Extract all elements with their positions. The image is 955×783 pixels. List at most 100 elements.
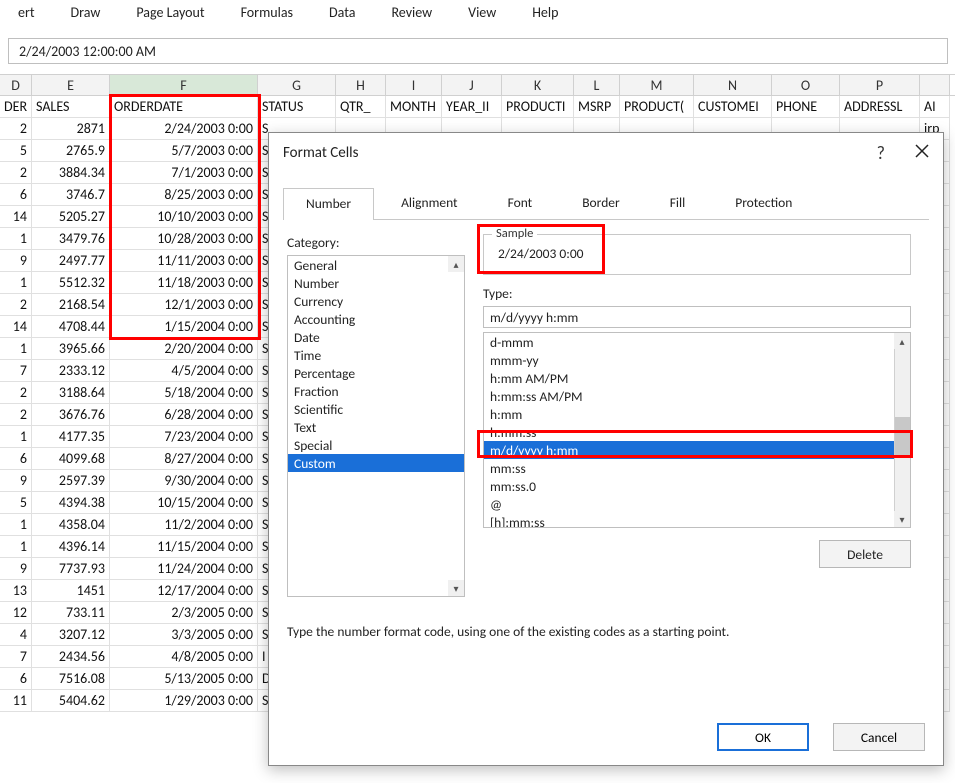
cell[interactable]: 5/18/2004 0:00 (110, 382, 258, 404)
cell[interactable]: 8/25/2003 0:00 (110, 184, 258, 206)
cell[interactable]: 3207.12 (32, 624, 110, 646)
ok-button[interactable]: OK (717, 723, 809, 751)
menu-item[interactable]: Help (514, 4, 576, 21)
column-header[interactable]: J (442, 75, 502, 95)
cell[interactable]: 7 (0, 360, 32, 382)
cell[interactable]: 8/27/2004 0:00 (110, 448, 258, 470)
tab-alignment[interactable]: Alignment (378, 187, 480, 219)
column-header[interactable]: F (110, 75, 258, 95)
cell[interactable]: 7 (0, 646, 32, 668)
cell[interactable]: 2/20/2004 0:00 (110, 338, 258, 360)
column-label[interactable]: PHONE (772, 96, 840, 118)
tab-font[interactable]: Font (485, 187, 556, 219)
cell[interactable]: 5/7/2003 0:00 (110, 140, 258, 162)
cell[interactable]: 3/3/2005 0:00 (110, 624, 258, 646)
cell[interactable]: 3188.64 (32, 382, 110, 404)
cell[interactable]: 2 (0, 294, 32, 316)
category-item[interactable]: Currency (288, 292, 464, 310)
menu-item[interactable]: Review (373, 4, 450, 21)
cell[interactable]: 5 (0, 492, 32, 514)
cell[interactable]: 1 (0, 338, 32, 360)
category-item[interactable]: Percentage (288, 364, 464, 382)
cell[interactable]: 2 (0, 118, 32, 140)
delete-button[interactable]: Delete (819, 540, 911, 568)
column-header[interactable]: G (258, 75, 336, 95)
cell[interactable]: 4 (0, 624, 32, 646)
help-button[interactable]: ? (877, 142, 885, 164)
cell[interactable]: 12/17/2004 0:00 (110, 580, 258, 602)
column-header[interactable]: L (574, 75, 620, 95)
column-label[interactable]: ADDRESSL (840, 96, 920, 118)
column-header[interactable]: O (772, 75, 840, 95)
tab-number[interactable]: Number (283, 188, 374, 220)
cell[interactable]: 11/24/2004 0:00 (110, 558, 258, 580)
cell[interactable]: 3746.7 (32, 184, 110, 206)
cell[interactable]: 9/30/2004 0:00 (110, 470, 258, 492)
cell[interactable]: 4708.44 (32, 316, 110, 338)
type-listbox[interactable]: ▴ ▾ d-mmmmmm-yyh:mm AM/PMh:mm:ss AM/PMh:… (483, 332, 911, 528)
cell[interactable]: 1 (0, 514, 32, 536)
column-label[interactable]: SALES (32, 96, 110, 118)
category-item[interactable]: Special (288, 436, 464, 454)
type-item[interactable]: @ (484, 495, 894, 513)
cell[interactable]: 4099.68 (32, 448, 110, 470)
cell[interactable]: 10/15/2004 0:00 (110, 492, 258, 514)
cell[interactable]: 6 (0, 184, 32, 206)
column-label[interactable]: PRODUCT( (620, 96, 694, 118)
category-item[interactable]: Date (288, 328, 464, 346)
cell[interactable]: 4396.14 (32, 536, 110, 558)
type-input[interactable]: m/d/yyyy h:mm (483, 306, 911, 328)
column-label[interactable]: AI (920, 96, 950, 118)
cell[interactable]: 2434.56 (32, 646, 110, 668)
column-header[interactable]: D (0, 75, 32, 95)
cell[interactable]: 1 (0, 426, 32, 448)
category-item[interactable]: Accounting (288, 310, 464, 328)
category-item[interactable]: Scientific (288, 400, 464, 418)
column-label[interactable]: CUSTOMEI (694, 96, 772, 118)
column-label[interactable]: QTR_ (336, 96, 386, 118)
column-label[interactable]: DER (0, 96, 32, 118)
cell[interactable]: 14 (0, 206, 32, 228)
scroll-down-icon[interactable]: ▾ (894, 511, 910, 527)
scroll-up-icon[interactable]: ▴ (448, 256, 464, 272)
cell[interactable]: 11 (0, 690, 32, 712)
cell[interactable]: 2/24/2003 0:00 (110, 118, 258, 140)
column-header[interactable] (920, 75, 950, 95)
tab-border[interactable]: Border (559, 187, 643, 219)
cell[interactable]: 2/3/2005 0:00 (110, 602, 258, 624)
cell[interactable]: 2597.39 (32, 470, 110, 492)
cancel-button[interactable]: Cancel (833, 723, 925, 751)
cell[interactable]: 5205.27 (32, 206, 110, 228)
cell[interactable]: 5512.32 (32, 272, 110, 294)
menu-item[interactable]: Data (311, 4, 373, 21)
type-item[interactable]: mmm-yy (484, 351, 894, 369)
cell[interactable]: 3676.76 (32, 404, 110, 426)
column-label[interactable]: MONTH (386, 96, 442, 118)
cell[interactable]: 1/15/2004 0:00 (110, 316, 258, 338)
menu-item[interactable]: Page Layout (118, 4, 222, 21)
cell[interactable]: 12/1/2003 0:00 (110, 294, 258, 316)
column-header[interactable]: N (694, 75, 772, 95)
cell[interactable]: 4/5/2004 0:00 (110, 360, 258, 382)
cell[interactable]: 1451 (32, 580, 110, 602)
scrollbar-thumb[interactable] (895, 417, 910, 457)
cell[interactable]: 3479.76 (32, 228, 110, 250)
menu-item[interactable]: View (450, 4, 514, 21)
column-header[interactable]: E (32, 75, 110, 95)
type-item[interactable]: h:mm (484, 405, 894, 423)
cell[interactable]: 2 (0, 404, 32, 426)
cell[interactable]: 4177.35 (32, 426, 110, 448)
cell[interactable]: 11/18/2003 0:00 (110, 272, 258, 294)
type-item[interactable]: h:mm:ss (484, 423, 894, 441)
cell[interactable]: 4358.04 (32, 514, 110, 536)
cell[interactable]: 4/8/2005 0:00 (110, 646, 258, 668)
close-button[interactable] (915, 144, 929, 163)
cell[interactable]: 1 (0, 228, 32, 250)
tab-fill[interactable]: Fill (647, 187, 709, 219)
category-item[interactable]: Text (288, 418, 464, 436)
tab-protection[interactable]: Protection (712, 187, 815, 219)
cell[interactable]: 1 (0, 272, 32, 294)
category-item[interactable]: Number (288, 274, 464, 292)
cell[interactable]: 10/28/2003 0:00 (110, 228, 258, 250)
column-header[interactable]: P (840, 75, 920, 95)
